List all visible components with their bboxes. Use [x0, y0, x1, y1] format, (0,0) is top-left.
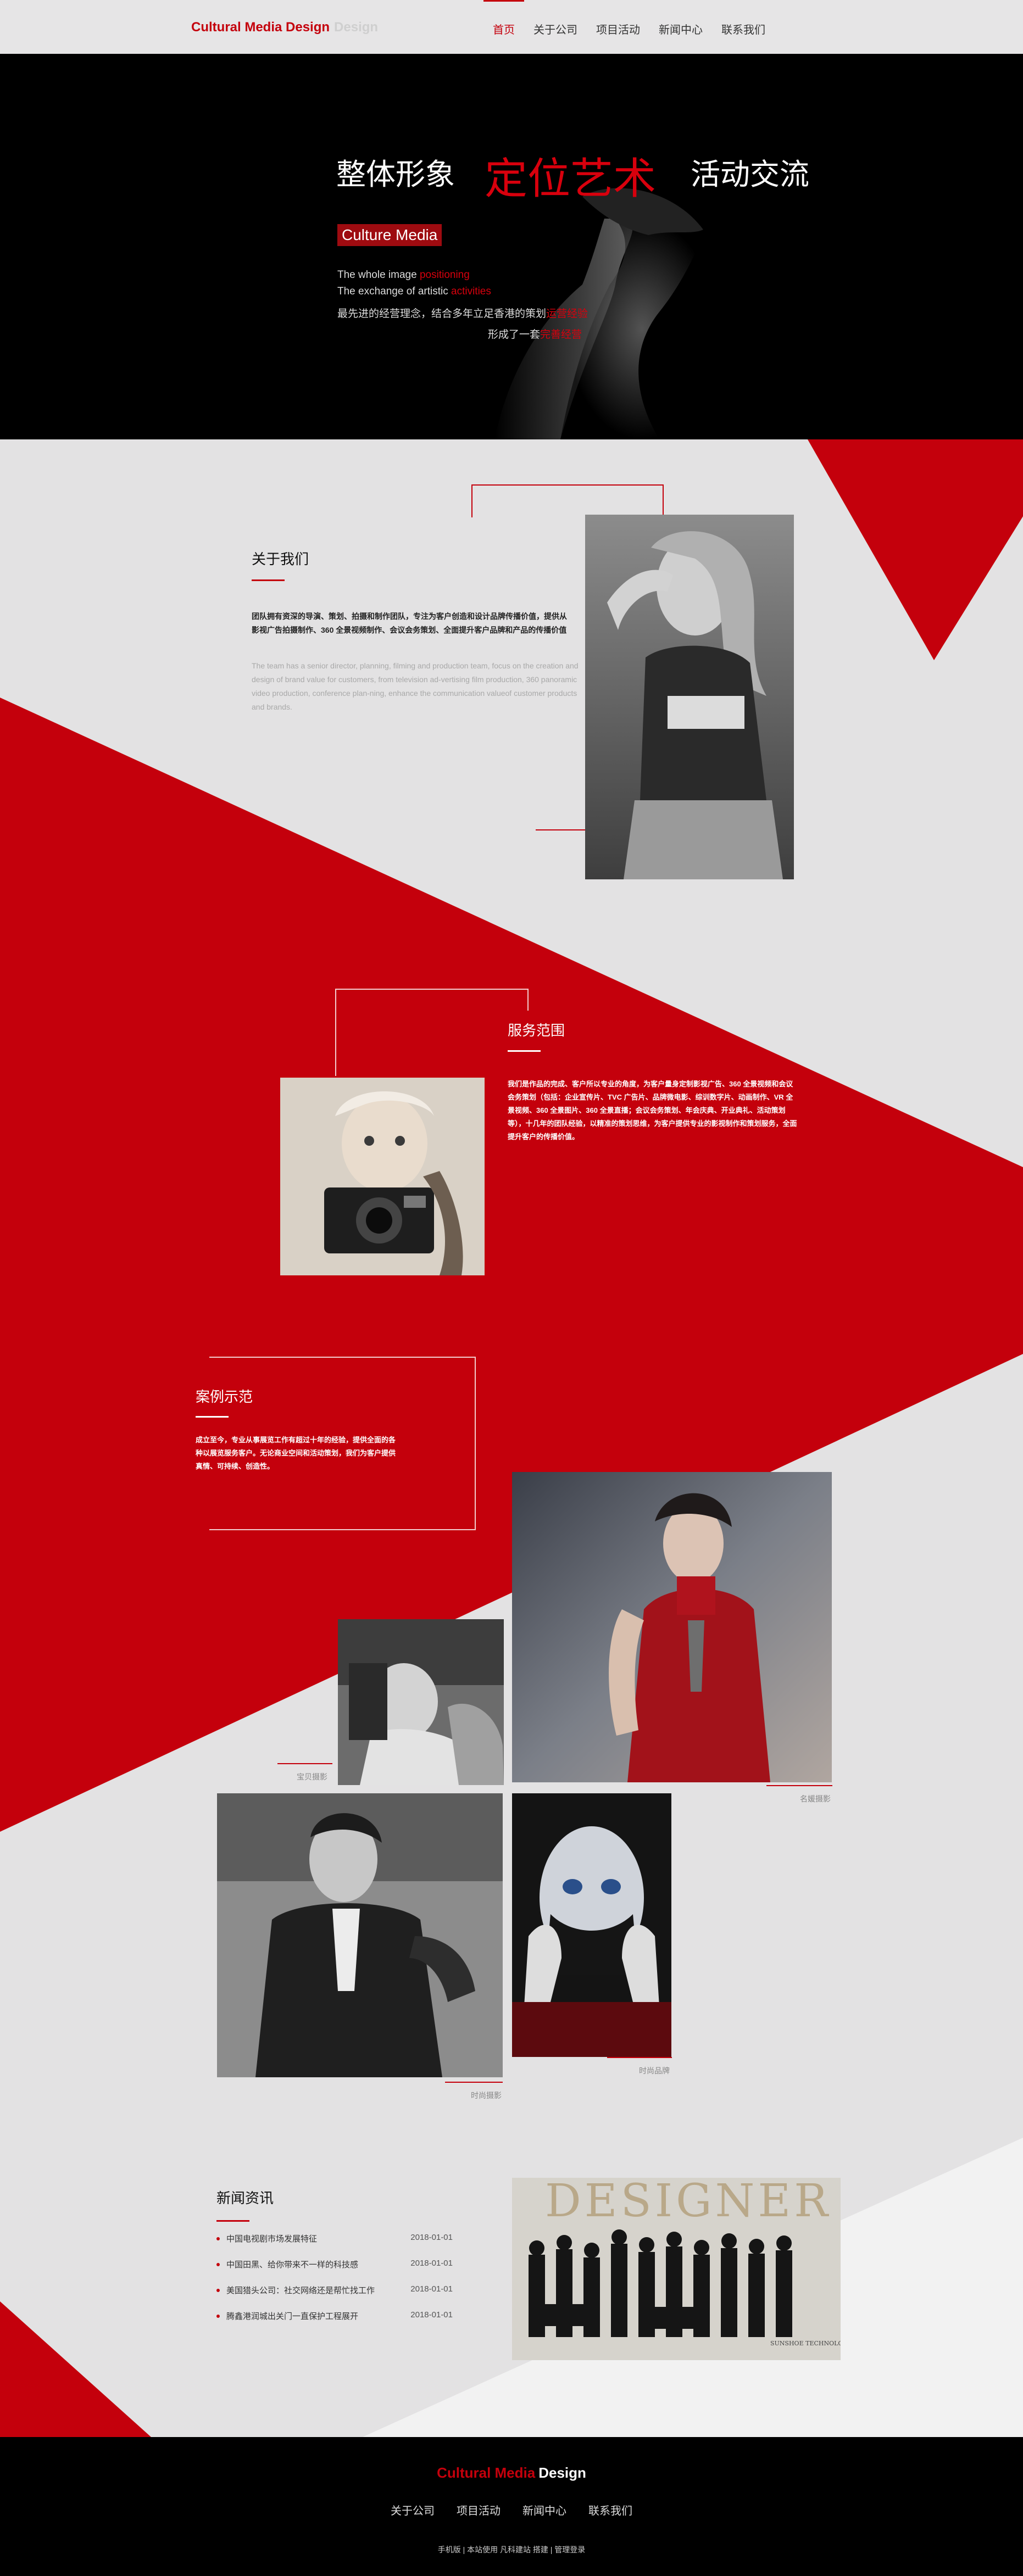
news-item-date: 2018-01-01: [410, 2284, 453, 2294]
about-title: 关于我们: [252, 551, 309, 567]
footer-nav-projects[interactable]: 项目活动: [457, 2502, 501, 2518]
news-item-date: 2018-01-01: [410, 2259, 453, 2268]
hero-woman-portrait: [494, 188, 709, 439]
nav-projects[interactable]: 项目活动: [587, 0, 649, 54]
logo-secondary-text: Design: [334, 20, 379, 35]
nav-contact[interactable]: 联系我们: [712, 0, 775, 54]
service-title: 服务范围: [508, 1022, 565, 1039]
hero-title-center: 定位艺术: [485, 154, 657, 204]
news-item-title: 中国田黑、给你带来不一样的科技感: [226, 2260, 359, 2270]
news-photo-caption: SUNSHOE TECHNOLOGY: [770, 2340, 841, 2347]
logo-primary-text: Cultural Media Design: [191, 20, 330, 35]
news-item-date: 2018-01-01: [410, 2233, 453, 2242]
service-text: 我们是作品的完成、客户所以专业的角度，为客户量身定制影视广告、360 全景视频和…: [508, 1080, 797, 1141]
caption-line-baby: [277, 1763, 332, 1764]
news-item[interactable]: 中国电视剧市场发展特征 2018-01-01: [216, 2233, 453, 2259]
news-item-title: 美国猎头公司：社交网络还是帮忙找工作: [226, 2286, 375, 2295]
hero-line-2: The exchange of artistic activities: [337, 286, 491, 297]
hero-line-4: 形成了一套完善经营: [488, 329, 582, 341]
service-photo: [280, 1078, 485, 1275]
top-header: Cultural Media Design Design 首页 关于公司 项目活动…: [0, 0, 1023, 54]
news-item-title: 腾鑫港润城出关门一直保护工程展开: [226, 2312, 359, 2321]
footer-logo-primary: Cultural Media: [437, 2465, 536, 2481]
caption-line-mask: [607, 2057, 672, 2058]
footer-logo-secondary: Design: [538, 2465, 586, 2481]
about-title-bar: [252, 579, 285, 581]
about-photo-line: [536, 829, 585, 830]
caption-mask: 时尚品牌: [639, 2066, 670, 2075]
news-item[interactable]: 中国田黑、给你带来不一样的科技感 2018-01-01: [216, 2259, 453, 2284]
bullet-icon: [216, 2289, 220, 2292]
nav-about[interactable]: 关于公司: [524, 0, 587, 54]
footer-nav-contact[interactable]: 联系我们: [588, 2502, 632, 2518]
footer-links: 手机版 | 本站使用 凡科建站 搭建 | 管理登录: [0, 2544, 1023, 2555]
caption-line-lady: [766, 1785, 832, 1786]
cases-title-bar: [196, 1416, 229, 1418]
caption-man: 时尚摄影: [471, 2091, 502, 2100]
hero-line-1: The whole image positioning: [337, 269, 470, 281]
cases-title: 案例示范: [196, 1389, 253, 1405]
footer-links-text[interactable]: 手机版 | 本站使用 凡科建站 搭建 | 管理登录: [438, 2545, 586, 2554]
main-nav: 首页 关于公司 项目活动 新闻中心 联系我们: [483, 0, 775, 54]
nav-home[interactable]: 首页: [483, 0, 524, 54]
bullet-icon: [216, 2237, 220, 2240]
news-photo: DESIGNER SUNSHOE TECHNOLOGY: [512, 2178, 841, 2360]
news-item[interactable]: 美国猎头公司：社交网络还是帮忙找工作 2018-01-01: [216, 2284, 453, 2310]
news-photo-headline: DESIGNER: [545, 2178, 831, 2227]
site-footer: Cultural Media Design 关于公司 项目活动 新闻中心 联系我们…: [0, 2437, 1023, 2576]
about-photo: [585, 515, 794, 879]
case-photo-mask: [512, 1793, 671, 2057]
case-photo-man: [217, 1793, 503, 2077]
news-item-title: 中国电视剧市场发展特征: [226, 2234, 318, 2244]
service-title-bar: [508, 1050, 541, 1052]
bullet-icon: [216, 2315, 220, 2318]
hero-title-left: 整体形象: [336, 157, 455, 192]
news-item[interactable]: 腾鑫港润城出关门一直保护工程展开 2018-01-01: [216, 2310, 453, 2336]
cases-text: 成立至今，专业从事展览工作有超过十年的经验，提供全面的各种以展览服务客户。无论商…: [196, 1436, 396, 1470]
footer-nav: 关于公司 项目活动 新闻中心 联系我们: [0, 2502, 1023, 2518]
footer-nav-about[interactable]: 关于公司: [391, 2502, 435, 2518]
about-text-zh: 团队拥有资深的导演、策划、拍摄和制作团队，专注为客户创造和设计品牌传播价值，提供…: [252, 612, 567, 634]
caption-baby: 宝贝摄影: [297, 1772, 327, 1781]
site-logo[interactable]: Cultural Media Design Design: [191, 20, 378, 35]
hero-title-right: 活动交流: [691, 157, 809, 192]
news-title: 新闻资讯: [216, 2190, 274, 2206]
caption-lady: 名媛摄影: [800, 1794, 831, 1803]
hero-title: 整体形象 定位艺术 活动交流: [336, 144, 831, 205]
hero-badge: Culture Media: [337, 224, 442, 246]
footer-logo[interactable]: Cultural Media Design: [0, 2465, 1023, 2482]
bullet-icon: [216, 2263, 220, 2266]
news-list: 中国电视剧市场发展特征 2018-01-01 中国田黑、给你带来不一样的科技感 …: [216, 2233, 453, 2336]
hero-line-3: 最先进的经营理念，结合多年立足香港的策划运营经验: [337, 308, 588, 320]
news-item-date: 2018-01-01: [410, 2310, 453, 2319]
news-title-bar: [216, 2220, 249, 2222]
nav-news[interactable]: 新闻中心: [649, 0, 712, 54]
case-photo-lady: [512, 1472, 832, 1782]
caption-line-man: [445, 2082, 503, 2083]
case-photo-baby: [338, 1619, 504, 1785]
footer-nav-news[interactable]: 新闻中心: [522, 2502, 566, 2518]
about-text-en: The team has a senior director, planning…: [252, 661, 579, 711]
hero-banner: 整体形象 定位艺术 活动交流 Culture Media The whole i…: [0, 54, 1023, 439]
service-frame: [335, 989, 529, 1076]
